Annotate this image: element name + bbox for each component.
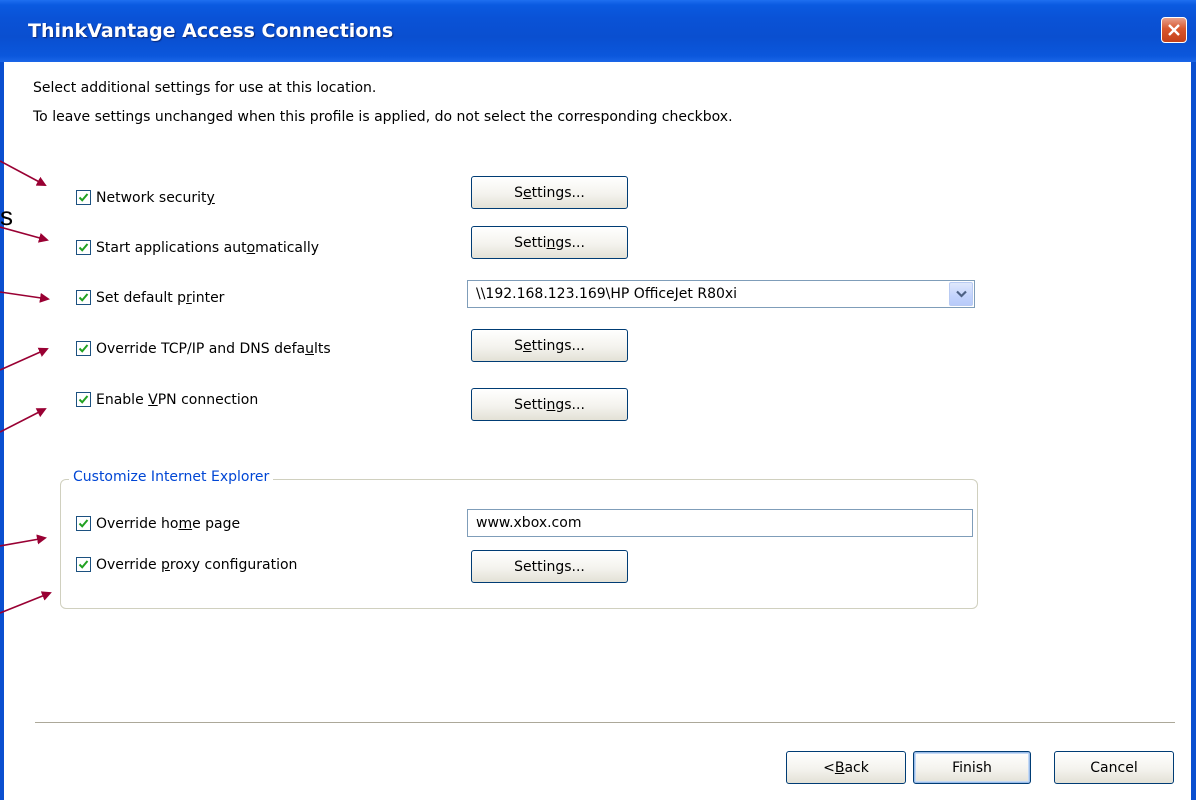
annotation-arrow xyxy=(0,226,49,243)
annotation-arrow xyxy=(0,160,47,186)
annotation-arrow xyxy=(0,534,47,547)
annotation-arrow xyxy=(0,291,50,303)
annotation-arrows xyxy=(0,160,52,614)
dialog-window: ThinkVantage Access Connections Select a… xyxy=(0,0,1196,800)
annotation-arrow xyxy=(0,408,47,433)
annotation-arrow xyxy=(0,347,49,371)
annotation-arrow xyxy=(0,591,52,614)
